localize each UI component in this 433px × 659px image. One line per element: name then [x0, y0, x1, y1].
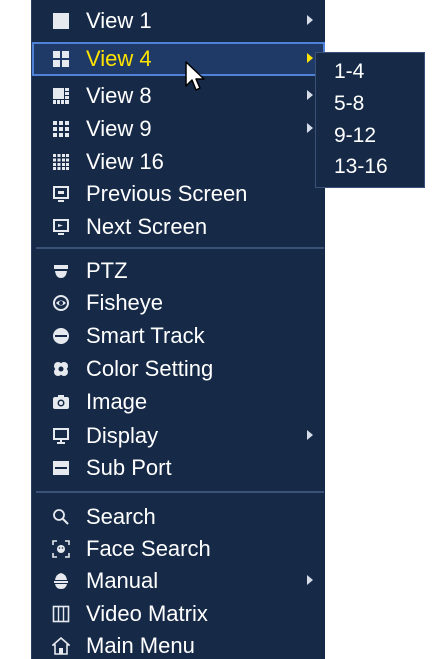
- menu-divider: [36, 247, 324, 249]
- eight-view-icon: [51, 86, 71, 106]
- menu-item-label: Main Menu: [86, 633, 195, 658]
- menu-item-label: Color Setting: [86, 356, 214, 381]
- menu-item-ptz[interactable]: PTZ: [32, 254, 325, 288]
- menu-item-previous-screen[interactable]: Previous Screen: [32, 177, 325, 211]
- menu-item-label: Manual: [86, 568, 159, 593]
- menu-item-main-menu[interactable]: Main Menu: [32, 629, 325, 659]
- menu-item-label: Image: [86, 389, 148, 414]
- menu-item-image[interactable]: Image: [32, 385, 325, 419]
- submenu-item-1-4[interactable]: 1-4: [334, 57, 364, 87]
- submenu-item-9-12[interactable]: 9-12: [334, 121, 376, 151]
- search-icon: [51, 507, 71, 527]
- menu-item-label: View 8: [86, 83, 152, 108]
- menu-item-label: View 16: [86, 149, 164, 174]
- submenu-item-13-16[interactable]: 13-16: [334, 152, 388, 182]
- previous-screen-icon: [51, 184, 71, 204]
- menu-item-sub-port[interactable]: Sub Port: [32, 451, 325, 485]
- menu-item-color-setting[interactable]: Color Setting: [32, 352, 325, 386]
- single-view-icon: [51, 11, 71, 31]
- ptz-camera-icon: [51, 261, 71, 281]
- menu-divider: [36, 491, 324, 493]
- camera-image-icon: [51, 392, 71, 412]
- menu-item-label: Next Screen: [86, 214, 208, 239]
- next-screen-icon: [51, 217, 71, 237]
- submenu-arrow-icon: [307, 15, 313, 25]
- submenu-arrow-icon: [307, 575, 313, 585]
- menu-item-label: PTZ: [86, 258, 128, 283]
- context-menu: View 1 View 4 View 8 View 9 View 16 Prev…: [31, 0, 325, 659]
- home-icon: [51, 636, 71, 656]
- view-4-submenu: 1-4 5-8 9-12 13-16: [315, 52, 425, 188]
- menu-item-view-8[interactable]: View 8: [32, 79, 325, 113]
- menu-item-label: View 1: [86, 8, 152, 33]
- quad-view-icon: [51, 49, 71, 69]
- menu-item-label: Fisheye: [86, 290, 164, 315]
- menu-item-display[interactable]: Display: [32, 419, 325, 453]
- submenu-item-5-8[interactable]: 5-8: [334, 89, 364, 119]
- menu-item-label: Sub Port: [86, 455, 172, 480]
- menu-item-label: View 9: [86, 116, 152, 141]
- menu-item-fisheye[interactable]: Fisheye: [32, 286, 325, 320]
- display-monitor-icon: [51, 426, 71, 446]
- menu-item-label: Previous Screen: [86, 181, 248, 206]
- sub-port-icon: [51, 458, 71, 478]
- menu-item-label: Face Search: [86, 536, 211, 561]
- smart-track-icon: [51, 326, 71, 346]
- submenu-arrow-icon: [307, 90, 313, 100]
- menu-item-label: Video Matrix: [86, 601, 208, 626]
- color-setting-icon: [51, 359, 71, 379]
- manual-icon: [51, 571, 71, 591]
- menu-item-view-16[interactable]: View 16: [32, 145, 325, 179]
- menu-item-label: Smart Track: [86, 323, 205, 348]
- menu-item-label: View 4: [86, 46, 152, 71]
- menu-item-view-4[interactable]: View 4: [32, 42, 325, 76]
- sixteen-view-icon: [51, 152, 71, 172]
- menu-item-view-9[interactable]: View 9: [32, 112, 325, 146]
- fisheye-icon: [51, 293, 71, 313]
- submenu-arrow-icon: [307, 430, 313, 440]
- menu-item-label: Display: [86, 423, 159, 448]
- menu-item-video-matrix[interactable]: Video Matrix: [32, 597, 325, 631]
- menu-item-label: Search: [86, 504, 156, 529]
- menu-item-smart-track[interactable]: Smart Track: [32, 319, 325, 353]
- face-search-icon: [51, 539, 71, 559]
- mouse-cursor-icon: [185, 61, 205, 91]
- submenu-arrow-icon: [307, 123, 313, 133]
- menu-item-view-1[interactable]: View 1: [32, 4, 325, 38]
- menu-item-next-screen[interactable]: Next Screen: [32, 210, 325, 244]
- submenu-arrow-icon: [307, 53, 313, 63]
- nine-view-icon: [51, 119, 71, 139]
- menu-item-manual[interactable]: Manual: [32, 564, 325, 598]
- menu-item-face-search[interactable]: Face Search: [32, 532, 325, 566]
- menu-item-search[interactable]: Search: [32, 500, 325, 534]
- video-matrix-icon: [51, 604, 71, 624]
